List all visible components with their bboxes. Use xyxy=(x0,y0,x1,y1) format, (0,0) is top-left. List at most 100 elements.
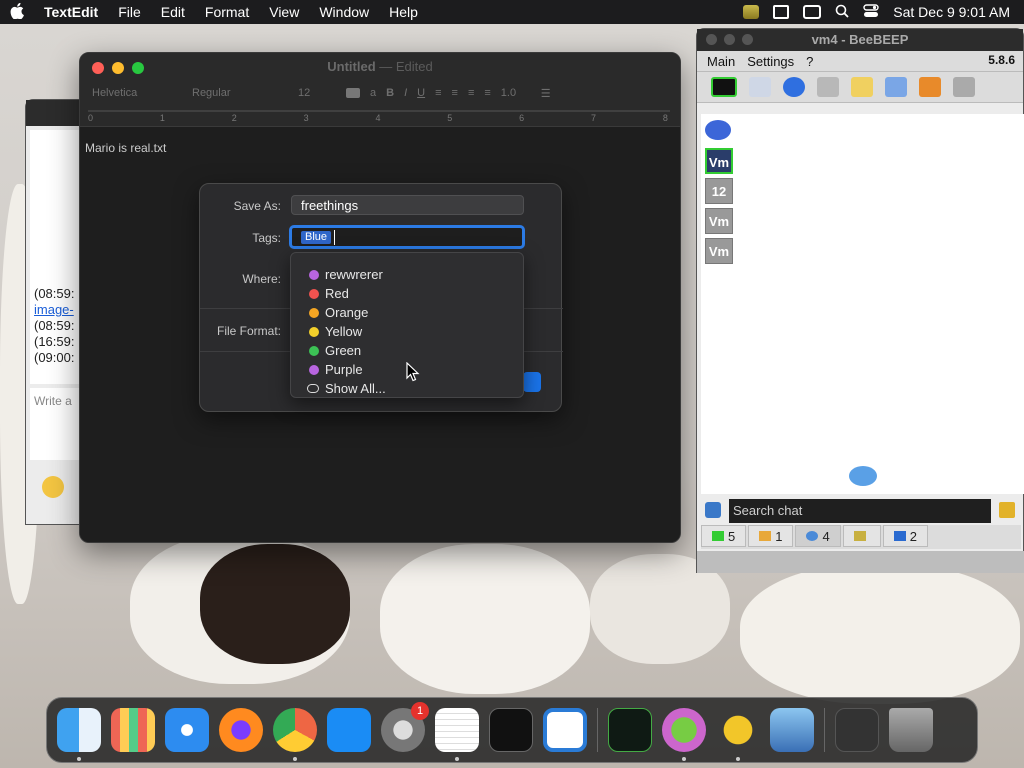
menu-edit[interactable]: Edit xyxy=(151,4,195,20)
trash-icon[interactable] xyxy=(889,708,933,752)
message-icon[interactable] xyxy=(851,77,873,97)
bold-button[interactable]: B xyxy=(386,87,394,99)
chat-left-titlebar[interactable] xyxy=(26,100,79,126)
zoom-button[interactable] xyxy=(742,34,753,45)
activity-monitor-icon[interactable] xyxy=(608,708,652,752)
network-icon[interactable] xyxy=(885,77,907,97)
list-icon[interactable]: ☰ xyxy=(541,87,551,100)
migration-assistant-icon[interactable] xyxy=(662,708,706,761)
menu-help[interactable]: ? xyxy=(806,54,813,69)
tab-groups[interactable]: 1 xyxy=(748,525,794,547)
tag-option-rewwrerer[interactable]: rewwrerer xyxy=(309,265,383,284)
network-small-icon[interactable] xyxy=(705,502,721,518)
menu-file[interactable]: File xyxy=(108,4,151,20)
launchpad-icon[interactable] xyxy=(111,708,155,752)
chat-window-left[interactable]: (08:59: image- (08:59: (16:59: (09:00: W… xyxy=(25,99,80,525)
firefox-icon[interactable] xyxy=(219,708,263,752)
tag-option-yellow[interactable]: Yellow xyxy=(309,322,362,341)
tab-chats[interactable]: 4 xyxy=(795,525,841,547)
align-left-icon[interactable]: ≡ xyxy=(435,87,441,99)
clock[interactable]: Sat Dec 9 9:01 AM xyxy=(893,4,1010,20)
align-right-icon[interactable]: ≡ xyxy=(468,87,474,99)
save-button[interactable] xyxy=(523,372,541,392)
screen-share-icon[interactable] xyxy=(773,5,790,19)
text-color-well[interactable] xyxy=(346,88,360,98)
chat-bubble-icon[interactable] xyxy=(705,120,731,140)
control-center-icon[interactable] xyxy=(863,3,879,21)
menu-main[interactable]: Main xyxy=(707,54,735,69)
tag-option-green[interactable]: Green xyxy=(309,341,361,360)
tags-field[interactable]: Blue xyxy=(289,225,525,249)
font-size-select[interactable]: 12 xyxy=(298,87,336,99)
menu-view[interactable]: View xyxy=(259,4,309,20)
window-icon[interactable] xyxy=(803,5,822,19)
document-text[interactable]: Mario is real.txt xyxy=(85,141,166,155)
apple-icon[interactable] xyxy=(0,2,34,22)
chat-left-input[interactable]: Write a xyxy=(30,388,80,460)
terminal-icon[interactable] xyxy=(489,708,533,752)
tag-option-purple[interactable]: Purple xyxy=(309,360,363,379)
folder-icon[interactable] xyxy=(817,77,839,97)
search-chat-input[interactable]: Search chat xyxy=(729,499,991,523)
minimize-button[interactable] xyxy=(112,62,124,74)
dock: 1 xyxy=(46,697,978,763)
highlight-icon[interactable]: a xyxy=(370,87,376,99)
beebeep-status-icon[interactable] xyxy=(743,5,760,19)
menu-help[interactable]: Help xyxy=(379,4,428,20)
status-vm-icon[interactable] xyxy=(711,77,737,97)
beebeep-dock-icon[interactable] xyxy=(716,708,760,761)
minimize-button[interactable] xyxy=(724,34,735,45)
profile-icon[interactable] xyxy=(749,77,771,97)
font-family-select[interactable]: Helvetica xyxy=(92,87,182,99)
chat-link[interactable]: image- xyxy=(34,302,74,318)
tag-token[interactable]: Blue xyxy=(301,231,332,244)
align-center-icon[interactable]: ≡ xyxy=(452,87,458,99)
justify-icon[interactable]: ≡ xyxy=(484,87,490,99)
tag-ring-icon xyxy=(307,384,319,393)
broadcast-icon[interactable] xyxy=(783,77,805,97)
tab-network[interactable] xyxy=(842,525,881,547)
user-vm-selected[interactable]: Vm xyxy=(705,148,733,174)
system-settings-icon[interactable]: 1 xyxy=(381,702,429,752)
menu-format[interactable]: Format xyxy=(195,4,259,20)
tab-files[interactable]: 2 xyxy=(882,525,928,547)
vscode-icon[interactable] xyxy=(543,708,587,752)
search-icon[interactable] xyxy=(835,4,849,21)
save-as-field[interactable]: freethings xyxy=(291,195,524,215)
user-12[interactable]: 12 xyxy=(705,178,733,204)
share-icon[interactable] xyxy=(919,77,941,97)
beebeep-chat-area[interactable]: Vm 12 Vm Vm xyxy=(701,114,1024,494)
finder-icon[interactable] xyxy=(57,708,101,761)
font-style-select[interactable]: Regular xyxy=(192,87,288,99)
line-spacing-select[interactable]: 1.0 xyxy=(501,87,531,99)
underline-button[interactable]: U xyxy=(417,87,425,99)
user-vm[interactable]: Vm xyxy=(705,208,733,234)
preview-icon[interactable] xyxy=(770,708,814,752)
tab-users[interactable]: 5 xyxy=(701,525,747,547)
safari-icon[interactable] xyxy=(165,708,209,752)
tag-option-orange[interactable]: Orange xyxy=(309,303,368,322)
beebeep-window[interactable]: vm4 - BeeBEEP Main Settings ? 5.8.6 Vm 1… xyxy=(696,28,1024,573)
emoji-icon[interactable] xyxy=(42,476,64,498)
italic-button[interactable]: I xyxy=(404,87,407,99)
trash-icon[interactable] xyxy=(953,77,975,97)
ruler[interactable]: 0 1 2 3 4 5 6 7 8 xyxy=(80,105,680,127)
beebeep-titlebar[interactable]: vm4 - BeeBEEP xyxy=(697,29,1023,51)
close-button[interactable] xyxy=(706,34,717,45)
chrome-icon[interactable] xyxy=(273,708,317,761)
menu-window[interactable]: Window xyxy=(309,4,379,20)
show-all-tags[interactable]: Show All... xyxy=(307,379,386,398)
menu-settings[interactable]: Settings xyxy=(747,54,794,69)
textedit-icon[interactable] xyxy=(435,708,479,761)
tag-option-red[interactable]: Red xyxy=(309,284,349,303)
clear-search-icon[interactable] xyxy=(999,502,1015,518)
close-button[interactable] xyxy=(92,62,104,74)
textedit-titlebar[interactable]: Untitled — Edited xyxy=(80,53,680,81)
app-name-menu[interactable]: TextEdit xyxy=(34,4,108,20)
app-store-icon[interactable] xyxy=(327,708,371,752)
user-vm[interactable]: Vm xyxy=(705,238,733,264)
zoom-button[interactable] xyxy=(132,62,144,74)
tag-color-dot xyxy=(309,307,319,318)
chats-icon xyxy=(806,531,819,541)
downloads-stack-icon[interactable] xyxy=(835,708,879,752)
